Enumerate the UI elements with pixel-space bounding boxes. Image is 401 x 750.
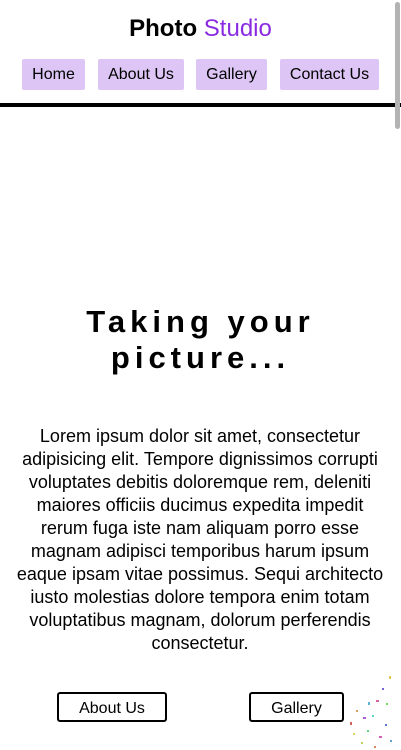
hero-title-line1: Taking your (86, 304, 315, 339)
scrollbar-thumb[interactable] (395, 2, 400, 129)
hero-title-line2: picture... (110, 340, 291, 375)
nav-item-home[interactable]: Home (22, 59, 85, 90)
site-header: Photo Studio Home About Us Gallery Conta… (0, 0, 401, 110)
brand-name-bold: Photo (129, 15, 198, 42)
nav-item-about-us[interactable]: About Us (98, 59, 184, 90)
main-nav: Home About Us Gallery Contact Us (0, 59, 401, 90)
nav-item-gallery[interactable]: Gallery (196, 59, 267, 90)
about-us-button[interactable]: About Us (57, 692, 167, 722)
confetti-decoration (350, 676, 392, 748)
header-divider (0, 103, 401, 107)
page: Photo Studio Home About Us Gallery Conta… (0, 0, 401, 750)
site-logo[interactable]: Photo Studio (0, 14, 401, 44)
hero-description: Lorem ipsum dolor sit amet, consectetur … (16, 426, 384, 653)
brand-name-accent: Studio (203, 15, 272, 42)
gallery-button[interactable]: Gallery (249, 692, 344, 722)
nav-item-contact-us[interactable]: Contact Us (280, 59, 379, 90)
hero-title: Taking your picture... (0, 304, 401, 376)
